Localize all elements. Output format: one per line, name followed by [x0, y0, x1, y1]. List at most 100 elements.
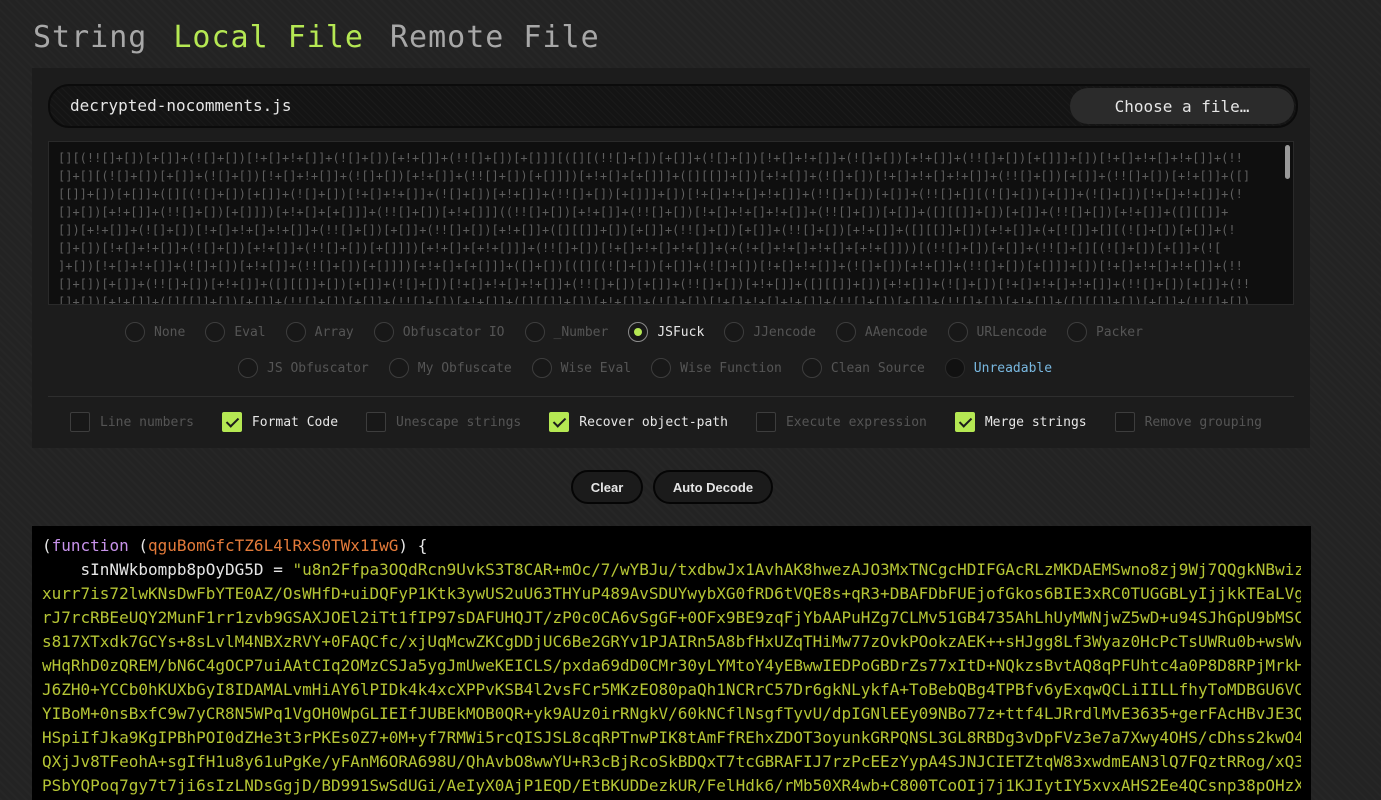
radio-label: Wise Function [680, 360, 782, 376]
checkbox-merge-strings[interactable]: Merge strings [954, 412, 1087, 432]
radio-circle [947, 322, 968, 342]
code-string-line: HSpiIfJka9KgIPBhPOI0dZHe3t3rPKEs0Z7+0M+y… [42, 728, 1301, 747]
radio-circle [801, 358, 822, 378]
radio-unreadable[interactable]: Unreadable [944, 358, 1053, 378]
options-divider [48, 396, 1294, 397]
code-string-line: J6ZH0+YCCb0hKUXbGyI8IDAMALvmHiAY6lPIDk4k… [42, 680, 1301, 699]
checkbox-box [366, 412, 387, 432]
code-string-line: YIBoM+0nsBxfC9w7yCR8N5WPq1VgOH0WpGLIEIfJ… [42, 704, 1301, 723]
radio-my-obfuscate[interactable]: My Obfuscate [388, 358, 512, 378]
checkbox-label: Line numbers [100, 414, 194, 430]
code-token: ) { [398, 536, 428, 555]
radio-circle [1066, 322, 1087, 342]
file-picker[interactable]: decrypted-nocomments.js Choose a file… [48, 84, 1298, 128]
code-variable: sInNWkbompb8pOyDG5D [80, 560, 264, 579]
radio-label: My Obfuscate [417, 360, 512, 376]
radio-circle [388, 358, 409, 378]
radio-clean-source[interactable]: Clean Source [801, 358, 925, 378]
checkbox-box [70, 412, 90, 432]
checkbox-label: Recover object-path [579, 414, 728, 430]
checkbox-execute-expression[interactable]: Execute expression [755, 412, 927, 432]
checkbox-line-numbers[interactable]: Line numbers [70, 412, 194, 432]
textarea-scrollbar[interactable] [1285, 145, 1290, 179]
radio-none[interactable]: None [125, 322, 185, 342]
radio-aaencode[interactable]: AAencode [835, 322, 928, 342]
code-token: = [263, 560, 293, 579]
code-string-line: s817XTxdk7GCYs+8sLvlM4NBXzRVY+0FAQCfc/xj… [42, 632, 1301, 651]
checkbox-recover-object-path[interactable]: Recover object-path [549, 412, 728, 432]
checkbox-remove-grouping[interactable]: Remove grouping [1114, 412, 1263, 432]
radio-label: Clean Source [830, 360, 925, 376]
radio-eval[interactable]: Eval [205, 322, 266, 342]
radio-label: Wise Eval [560, 360, 632, 376]
auto-decode-button[interactable]: Auto Decode [653, 470, 773, 504]
radio-js-obfuscator[interactable]: JS Obfuscator [238, 358, 369, 378]
radio-circle [125, 322, 145, 342]
radio-array[interactable]: Array [285, 322, 354, 342]
format-options: Line numbers Format Code Unescape string… [70, 412, 1290, 432]
code-param: qguBomGfcTZ6L4lRxS0TWx1IwG [147, 536, 399, 555]
checkbox-label: Remove grouping [1144, 414, 1263, 430]
radio-jjencode[interactable]: JJencode [724, 322, 816, 342]
tab-local-file[interactable]: Local File [173, 20, 364, 55]
checkbox-label: Execute expression [785, 414, 927, 430]
checkbox-box [221, 412, 242, 432]
selected-file-name: decrypted-nocomments.js [70, 96, 292, 115]
checkbox-box [1114, 412, 1135, 432]
decoder-options-row-1: None Eval Array Obfuscator IO _Number JS… [125, 322, 1163, 342]
code-string-line: wHqRhD0zQREM/bN6C4gOCP7uiAAtCIq2OMzCSJa5… [42, 656, 1301, 675]
radio-circle [373, 322, 394, 342]
checkbox-unescape-strings[interactable]: Unescape strings [366, 412, 521, 432]
radio-label: JSFuck [657, 324, 705, 340]
code-string-line: rJ7rcRBEeUQY2MunF1rr1zvb9GSAXJOEl2iTt1fI… [42, 608, 1301, 627]
checkbox-label: Unescape strings [396, 414, 522, 430]
radio-circle [651, 358, 672, 378]
radio-label: Array [314, 324, 354, 340]
tab-string[interactable]: String [33, 20, 147, 55]
radio-label: None [154, 324, 186, 340]
radio-circle [524, 322, 545, 342]
clear-button[interactable]: Clear [571, 470, 643, 504]
checkbox-box [549, 412, 570, 432]
source-tabs: String Local File Remote File [33, 20, 600, 55]
decoded-output[interactable]: (function (qguBomGfcTZ6L4lRxS0TWx1IwG) {… [32, 526, 1311, 800]
radio-wise-function[interactable]: Wise Function [651, 358, 782, 378]
code-token: ( [128, 536, 148, 555]
radio-label: _Number [553, 324, 609, 340]
input-panel: decrypted-nocomments.js Choose a file… [… [32, 68, 1310, 448]
radio-label: JS Obfuscator [267, 360, 369, 376]
radio-urlencode[interactable]: URLencode [947, 322, 1047, 342]
tab-remote-file[interactable]: Remote File [390, 20, 600, 55]
radio-circle [531, 358, 552, 378]
code-string-line: "u8n2Ffpa3OQdRcn9UvkS3T8CAR+mOc/7/wYBJu/… [292, 560, 1301, 579]
input-code-textarea[interactable]: [][(!![]+[])[+[]]+(![]+[])[!+[]+!+[]]+(!… [48, 141, 1294, 305]
radio-circle [944, 358, 965, 378]
radio-number[interactable]: _Number [524, 322, 609, 342]
radio-circle [285, 322, 306, 342]
radio-circle [835, 322, 856, 342]
choose-file-button[interactable]: Choose a file… [1070, 88, 1294, 124]
checkbox-format-code[interactable]: Format Code [221, 412, 339, 432]
input-code-text: [][(!![]+[])[+[]]+(![]+[])[!+[]+!+[]]+(!… [58, 151, 1251, 305]
radio-label: URLencode [976, 324, 1047, 340]
code-keyword: function [51, 536, 129, 555]
radio-packer[interactable]: Packer [1066, 322, 1143, 342]
radio-jsfuck[interactable]: JSFuck [628, 322, 704, 342]
radio-label: JJencode [753, 324, 816, 340]
radio-label: Eval [234, 324, 266, 340]
radio-wise-eval[interactable]: Wise Eval [531, 358, 632, 378]
code-string-line: PSbYQPoq7gy7t7ji6sIzLNDsGgjD/BD991SwSdUG… [42, 776, 1301, 795]
radio-obfuscator-io[interactable]: Obfuscator IO [373, 322, 505, 342]
radio-label: AAencode [864, 324, 928, 340]
radio-label: Packer [1095, 324, 1143, 340]
radio-circle [238, 358, 258, 378]
radio-circle [205, 322, 226, 342]
checkbox-label: Format Code [251, 414, 339, 430]
code-token: ( [42, 536, 52, 555]
code-string-line: xurr7is72lwKNsDwFbYTE0AZ/OsWHfD+uiDQFyP1… [42, 584, 1301, 603]
decoder-options-row-2: JS Obfuscator My Obfuscate Wise Eval Wis… [238, 358, 1072, 378]
radio-circle [628, 322, 649, 342]
radio-label: Unreadable [973, 360, 1053, 376]
output-code: (function (qguBomGfcTZ6L4lRxS0TWx1IwG) {… [42, 534, 1301, 798]
